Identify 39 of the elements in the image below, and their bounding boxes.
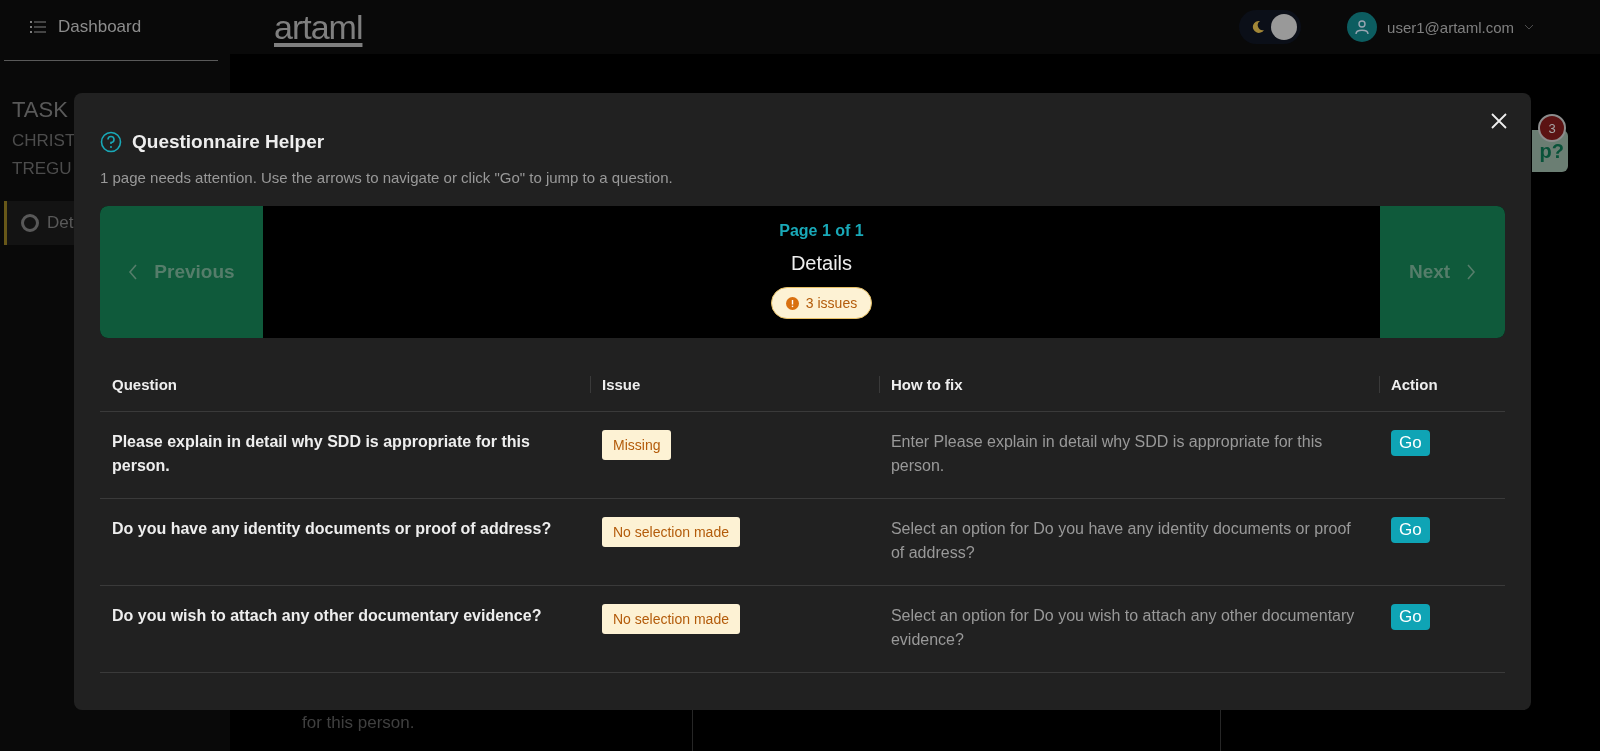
question-cell: Please explain in detail why SDD is appropriate for this person. — [100, 411, 590, 499]
issue-tag: No selection made — [602, 517, 740, 547]
question-cell: Do you wish to attach any other documentary evidence? — [100, 585, 590, 673]
user-menu[interactable]: user1@artaml.com — [1341, 11, 1540, 43]
fix-cell: Select an option for Do you wish to attach any other documentary evidence? — [878, 585, 1379, 673]
issue-tag: No selection made — [602, 604, 740, 634]
issue-tag: Missing — [602, 430, 672, 460]
user-icon — [1354, 19, 1371, 35]
task-subtitle: TREGU — [12, 159, 72, 179]
column-header: Action — [1378, 354, 1505, 412]
fix-cell: Select an option for Do you have any identity documents or proof of address? — [878, 498, 1379, 586]
task-subtitle: CHRIST — [12, 131, 76, 151]
count-badge: 3 — [1538, 114, 1566, 142]
moon-icon — [1251, 20, 1266, 34]
chevron-left-icon — [128, 264, 139, 280]
task-title: TASK — [12, 97, 68, 123]
page-label: Page 1 of 1 — [779, 222, 864, 240]
modal-subtitle: 1 page needs attention. Use the arrows to navigate or click "Go" to jump to a question. — [100, 169, 674, 186]
go-button[interactable]: Go — [1390, 517, 1430, 543]
issues-badge: 3 issues — [770, 287, 873, 319]
column-header: Issue — [590, 354, 879, 412]
fix-cell: Enter Please explain in detail why SDD is appropriate for this person. — [878, 411, 1379, 499]
list-icon — [30, 20, 46, 34]
theme-toggle[interactable] — [1239, 10, 1302, 44]
modal-title: Questionnaire Helper — [132, 131, 325, 153]
caret-icon — [1524, 24, 1534, 30]
dashboard-menu-button[interactable]: Dashboard — [0, 16, 240, 38]
question-text: for this person. — [302, 713, 415, 733]
logo: artaml — [274, 7, 363, 47]
question-cell: Do you have any identity documents or proof of address? — [100, 498, 590, 586]
close-icon — [1491, 113, 1507, 129]
alert-icon — [785, 296, 799, 310]
column-header: How to fix — [878, 354, 1379, 412]
section-title: Details — [790, 252, 853, 275]
go-button[interactable]: Go — [1390, 604, 1430, 630]
help-icon — [100, 131, 122, 153]
column-header: Question — [100, 354, 590, 412]
go-button[interactable]: Go — [1390, 430, 1430, 456]
chevron-right-icon — [1466, 264, 1477, 280]
